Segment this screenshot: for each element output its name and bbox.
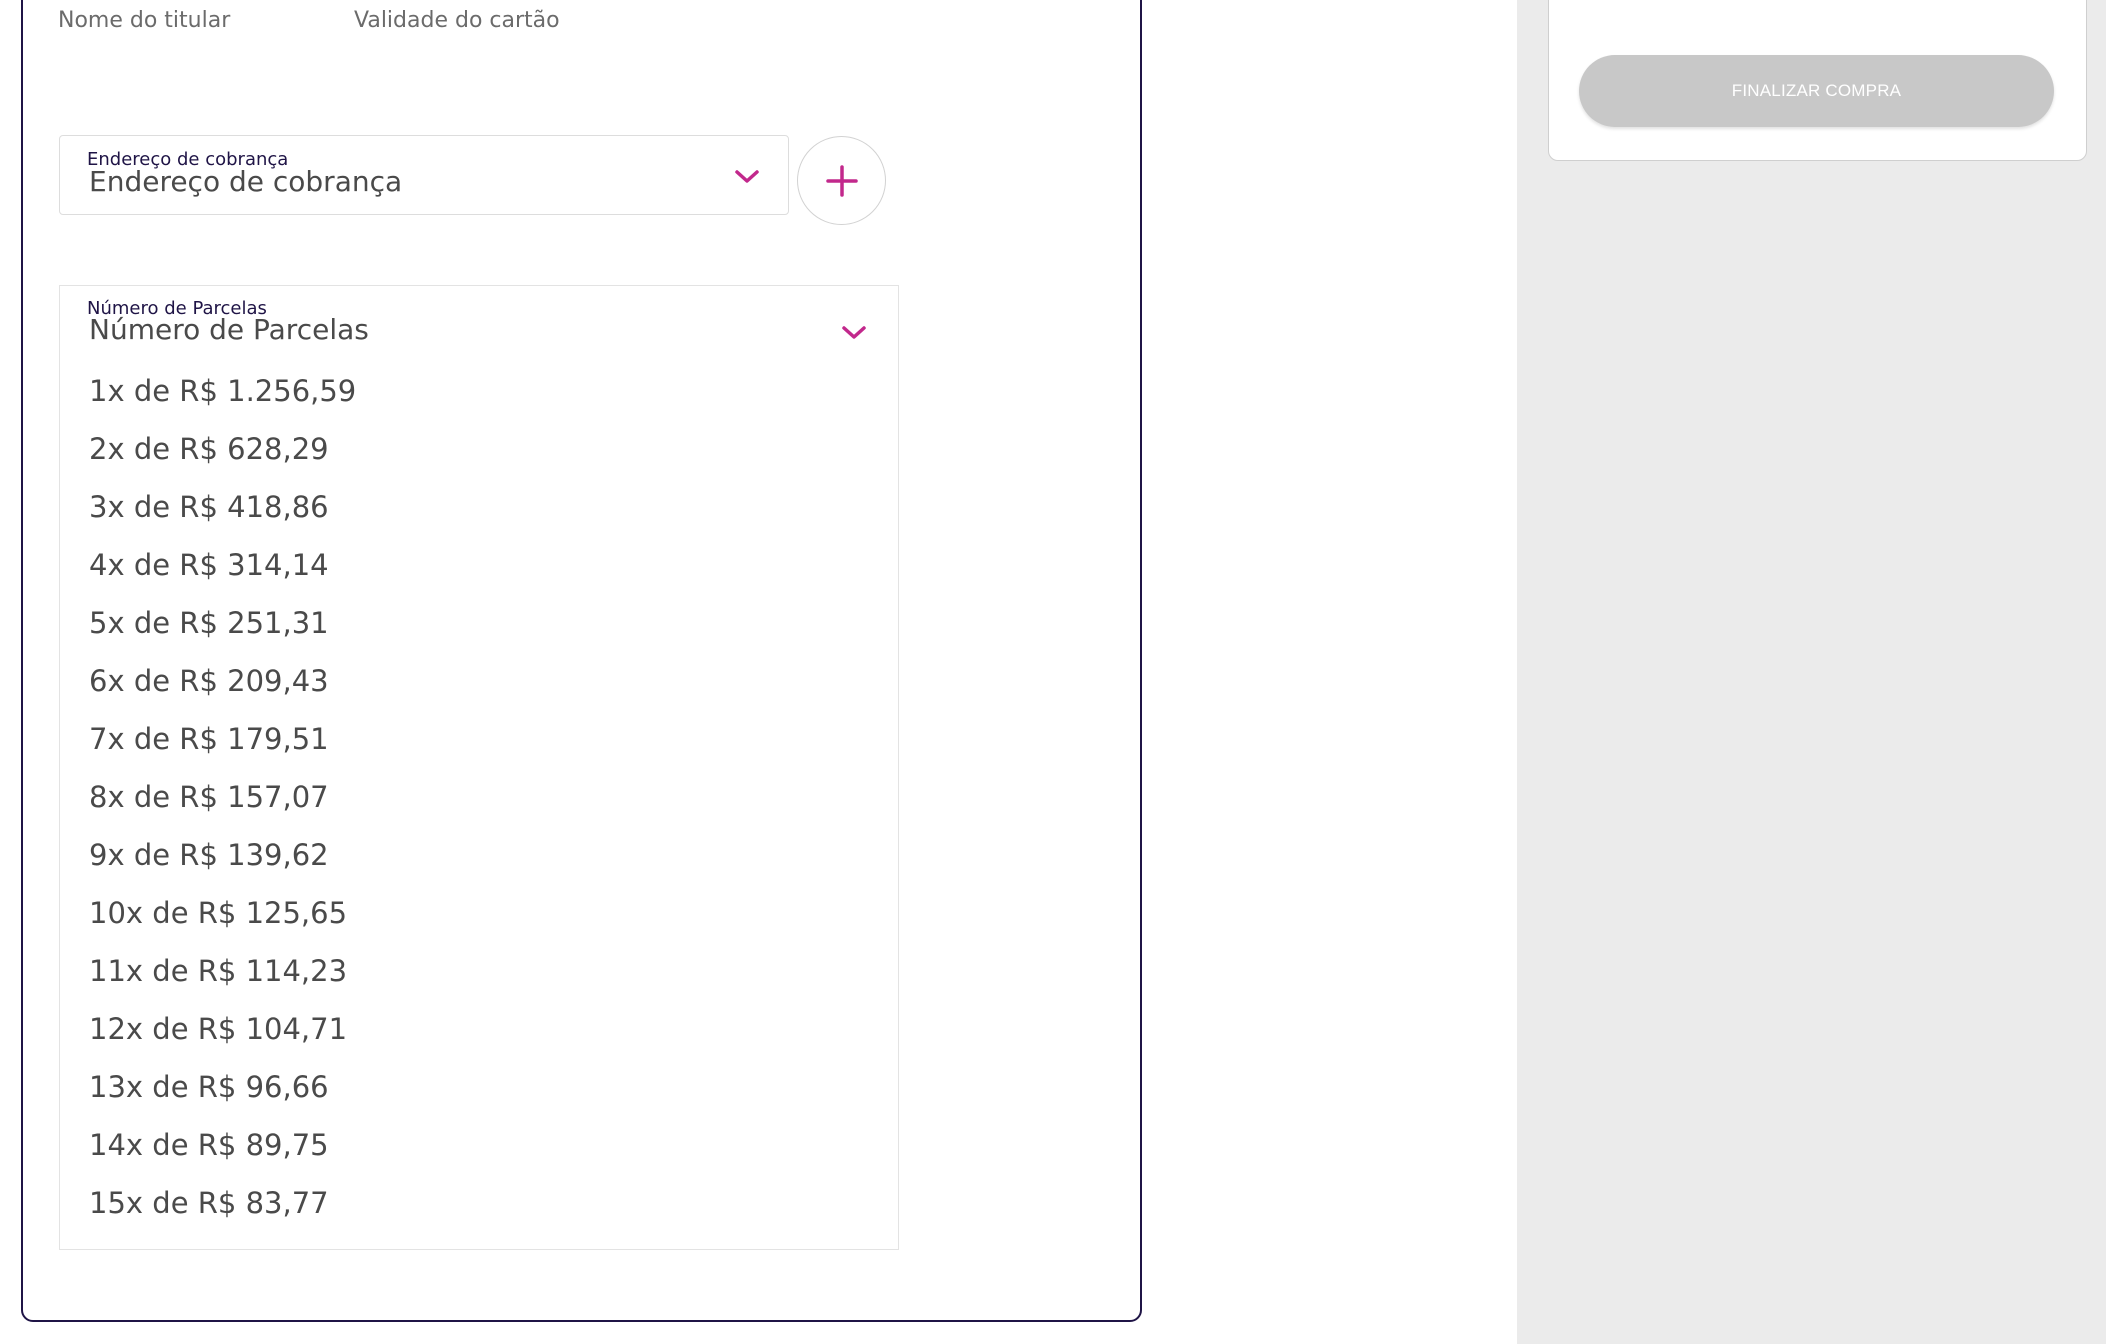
installment-option[interactable]: 11x de R$ 114,23	[89, 954, 347, 988]
billing-address-value: Endereço de cobrança	[89, 165, 403, 198]
installment-option[interactable]: 15x de R$ 83,77	[89, 1186, 329, 1220]
chevron-down-icon	[735, 170, 759, 183]
installments-dropdown[interactable]: Número de Parcelas Número de Parcelas 1x…	[59, 285, 899, 1250]
card-expiry-label: Validade do cartão	[354, 8, 560, 33]
plus-icon	[825, 164, 858, 197]
chevron-down-icon	[842, 326, 866, 339]
installment-option[interactable]: 1x de R$ 1.256,59	[89, 374, 356, 408]
holder-name-label: Nome do titular	[58, 8, 231, 33]
installment-option[interactable]: 10x de R$ 125,65	[89, 896, 347, 930]
installment-option[interactable]: 9x de R$ 139,62	[89, 838, 329, 872]
order-summary-panel	[1517, 0, 2106, 1344]
installment-option[interactable]: 4x de R$ 314,14	[89, 548, 329, 582]
installments-value: Número de Parcelas	[89, 313, 369, 346]
installment-option[interactable]: 8x de R$ 157,07	[89, 780, 329, 814]
installment-option[interactable]: 13x de R$ 96,66	[89, 1070, 329, 1104]
installment-option[interactable]: 3x de R$ 418,86	[89, 490, 329, 524]
finalize-purchase-button[interactable]: FINALIZAR COMPRA	[1579, 55, 2054, 127]
installment-option[interactable]: 5x de R$ 251,31	[89, 606, 329, 640]
installment-option[interactable]: 6x de R$ 209,43	[89, 664, 329, 698]
installment-option[interactable]: 12x de R$ 104,71	[89, 1012, 347, 1046]
add-address-button[interactable]	[797, 136, 886, 225]
installment-option[interactable]: 14x de R$ 89,75	[89, 1128, 329, 1162]
installment-option[interactable]: 7x de R$ 179,51	[89, 722, 329, 756]
billing-address-select[interactable]: Endereço de cobrança Endereço de cobranç…	[59, 135, 789, 215]
installment-option[interactable]: 2x de R$ 628,29	[89, 432, 329, 466]
